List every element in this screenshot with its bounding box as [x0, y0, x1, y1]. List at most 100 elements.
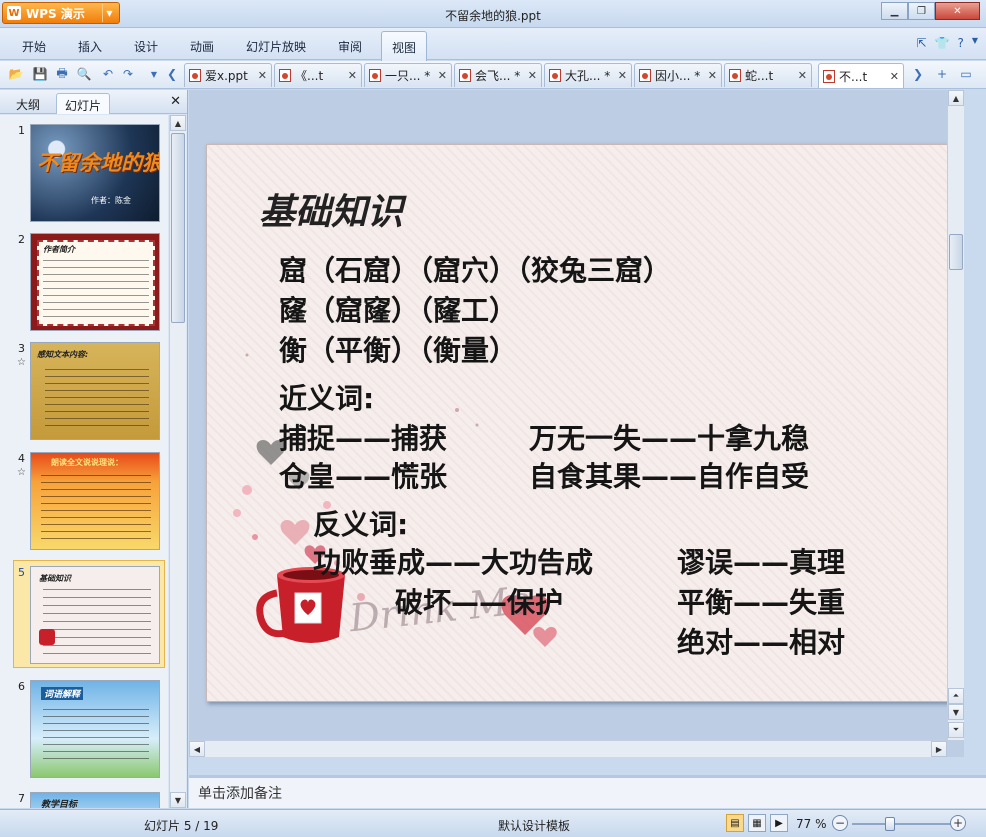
tab-review[interactable]: 审阅: [338, 38, 362, 55]
tab-animation[interactable]: 动画: [190, 38, 214, 55]
tab-design[interactable]: 设计: [134, 38, 158, 55]
doc-tab[interactable]: 《...t ✕: [274, 63, 362, 87]
zoom-level: 77 %: [796, 817, 827, 831]
thumb-title: 教学目标: [41, 800, 78, 808]
doc-tab-active[interactable]: 不...t ✕: [818, 63, 904, 88]
slide-thumbnail[interactable]: 1 不留余地的狼 作者：陈金: [0, 124, 168, 224]
doc-tab-label: 《...t: [295, 69, 324, 83]
scroll-up-icon[interactable]: ▲: [170, 115, 186, 131]
slide-preview: 朗读全文说说理说：: [30, 452, 160, 550]
scroll-right-icon[interactable]: ▶: [931, 741, 947, 757]
close-tab-icon[interactable]: ✕: [798, 69, 807, 82]
slide-text-line: 仓皇——慌张: [279, 460, 448, 493]
ribbon-minimize-icon[interactable]: ⇱: [916, 36, 926, 50]
slide-editor: Drink Me 基础知识 窟（石窟）（窟穴）（狡兔三窟） 窿（窟窿）（窿工） …: [189, 90, 964, 757]
doc-tab[interactable]: 一只... * ✕: [364, 63, 452, 87]
slide-number: 6: [18, 680, 25, 693]
tab-outline[interactable]: 大纲: [8, 93, 48, 114]
title-bar: W WPS 演示 ▼ 不留余地的狼.ppt ▁ ❐ ✕: [0, 0, 986, 28]
slide-indicator: 幻灯片 5 / 19: [144, 819, 219, 833]
close-tab-icon[interactable]: ✕: [348, 69, 357, 82]
restore-button[interactable]: ❐: [908, 2, 935, 20]
help-icon[interactable]: ?: [957, 36, 963, 50]
slide-number: 1: [18, 124, 25, 137]
slide-thumbnail[interactable]: 6 词语解释: [0, 680, 168, 780]
ppt-file-icon: [639, 69, 651, 82]
zoom-slider[interactable]: [852, 823, 954, 825]
thumb-title: 作者简介: [43, 245, 75, 254]
undo-icon[interactable]: ↶: [100, 66, 116, 82]
ppt-file-icon: [549, 69, 561, 82]
normal-view-icon[interactable]: ▤: [726, 814, 744, 832]
doc-tab[interactable]: 爱x.ppt ✕: [184, 63, 272, 87]
tab-list-icon[interactable]: ▭: [958, 66, 974, 82]
tab-slideshow[interactable]: 幻灯片放映: [246, 38, 306, 55]
open-folder-icon[interactable]: 📂: [8, 66, 24, 82]
slide-preview: 不留余地的狼 作者：陈金: [30, 124, 160, 222]
zoom-in-icon[interactable]: +: [950, 815, 966, 831]
skin-shirt-icon[interactable]: 👕: [935, 36, 950, 50]
slide-number: 2: [18, 233, 25, 246]
close-tab-icon[interactable]: ✕: [708, 69, 717, 82]
scrollbar-thumb[interactable]: [949, 234, 963, 270]
scroll-down-icon[interactable]: ▼: [170, 792, 186, 808]
slide-thumbnail[interactable]: 4 ☆ 朗读全文说说理说：: [0, 452, 168, 552]
slide-thumbnail[interactable]: 2 作者简介: [0, 233, 168, 333]
close-tab-icon[interactable]: ✕: [618, 69, 627, 82]
scrollbar-thumb[interactable]: [171, 133, 185, 323]
slide-title: 基础知识: [259, 191, 404, 233]
chevron-down-icon[interactable]: ▼: [972, 36, 978, 50]
slide-thumbnail[interactable]: 3 ☆ 感知文本内容:: [0, 342, 168, 442]
tab-scroll-left-icon[interactable]: ❮: [164, 66, 180, 82]
redo-icon[interactable]: ↷: [120, 66, 136, 82]
scroll-left-icon[interactable]: ◀: [189, 741, 205, 757]
zoom-slider-knob[interactable]: [884, 817, 895, 831]
editor-vertical-scrollbar[interactable]: ▲ ⏶ ▼ ⏷: [947, 90, 964, 740]
slide-sorter-icon[interactable]: ▦: [748, 814, 766, 832]
doc-tab[interactable]: 蛇...t ✕: [724, 63, 812, 87]
close-tab-icon[interactable]: ✕: [438, 69, 447, 82]
scroll-down-icon[interactable]: ▼: [948, 704, 964, 720]
close-tab-icon[interactable]: ✕: [890, 70, 899, 83]
design-template-label: 默认设计模板: [498, 819, 571, 833]
slide-text-line: 自食其果——自作自受: [529, 460, 810, 493]
doc-tab-label: 爱x.ppt: [205, 69, 248, 83]
minimize-button[interactable]: ▁: [881, 2, 908, 20]
slide-thumbnail[interactable]: 7 教学目标: [0, 792, 168, 808]
close-panel-icon[interactable]: ✕: [170, 94, 181, 109]
editor-horizontal-scrollbar[interactable]: ◀ ▶: [189, 740, 947, 757]
doc-tab[interactable]: 因小... * ✕: [634, 63, 722, 87]
quick-access-toolbar: 📂 💾 🖶 🔍 ↶ ↷ ▼ ❮ 爱x.ppt ✕ 《...t ✕ 一只... *…: [0, 61, 986, 89]
slide-thumbnail-selected[interactable]: 5 基础知识: [0, 560, 168, 668]
tab-home[interactable]: 开始: [22, 38, 46, 55]
doc-tab-label: 不...t: [839, 69, 868, 84]
prev-slide-icon[interactable]: ⏶: [948, 688, 964, 704]
next-slide-icon[interactable]: ⏷: [948, 722, 964, 738]
zoom-out-icon[interactable]: −: [832, 815, 848, 831]
thumbnails-scrollbar[interactable]: ▲ ▼: [169, 115, 186, 808]
slide-number: 5: [18, 566, 25, 579]
doc-tab[interactable]: 大孔... * ✕: [544, 63, 632, 87]
close-tab-icon[interactable]: ✕: [258, 69, 267, 82]
tab-scroll-right-icon[interactable]: ❯: [910, 66, 926, 82]
close-tab-icon[interactable]: ✕: [528, 69, 537, 82]
thumb-title: 基础知识: [39, 574, 71, 583]
print-icon[interactable]: 🖶: [54, 66, 70, 82]
tab-slides[interactable]: 幻灯片: [56, 93, 111, 114]
antonyms-heading: 反义词:: [313, 508, 409, 541]
scroll-up-icon[interactable]: ▲: [948, 90, 964, 106]
doc-tab[interactable]: 会飞... * ✕: [454, 63, 542, 87]
current-slide[interactable]: Drink Me 基础知识 窟（石窟）（窟穴）（狡兔三窟） 窿（窟窿）（窿工） …: [206, 144, 948, 702]
notes-pane[interactable]: 单击添加备注: [189, 775, 986, 808]
close-window-button[interactable]: ✕: [935, 2, 980, 20]
slide-preview: 感知文本内容:: [30, 342, 160, 440]
toolbar-customize-icon[interactable]: ▼: [146, 66, 162, 82]
new-tab-icon[interactable]: +: [934, 66, 950, 82]
print-preview-icon[interactable]: 🔍: [76, 66, 92, 82]
slideshow-view-icon[interactable]: ▶: [770, 814, 788, 832]
tab-view[interactable]: 视图: [381, 31, 428, 61]
slide-thumbnail-list: 1 不留余地的狼 作者：陈金 2 作者简介 3 ☆ 感知文本内容: 4 ☆ 朗读…: [0, 115, 168, 808]
save-icon[interactable]: 💾: [32, 66, 48, 82]
slide-text-line: 捕捉——捕获: [279, 422, 448, 455]
tab-insert[interactable]: 插入: [78, 38, 102, 55]
